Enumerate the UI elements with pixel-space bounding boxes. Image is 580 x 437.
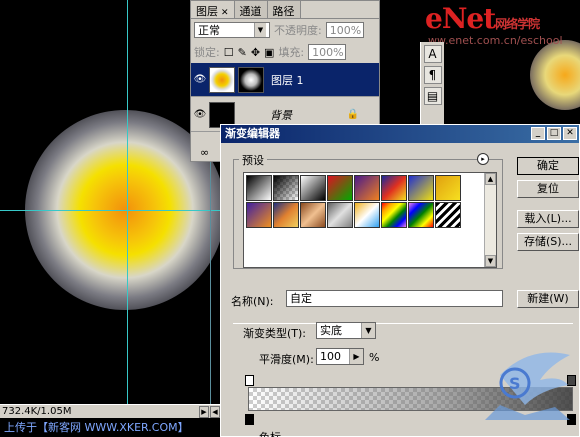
enet-url: ww.enet.com.cn/eschool <box>428 34 563 47</box>
smoothness-label: 平滑度(M): <box>259 353 314 366</box>
gradient-swatch[interactable] <box>435 175 461 201</box>
presets-menu-icon[interactable]: ▸ <box>477 153 489 165</box>
gradient-swatch[interactable] <box>273 202 299 228</box>
layer-row[interactable]: 👁 图层 1 <box>191 63 379 97</box>
layer-mask-thumbnail[interactable] <box>238 66 264 93</box>
opacity-stop-left[interactable] <box>245 375 254 386</box>
gradient-swatch[interactable] <box>408 175 434 201</box>
layer-thumbnail <box>209 66 235 93</box>
presets-swatch-grid: ▲ ▼ <box>243 172 497 268</box>
blend-mode-select[interactable]: 正常 ▼ <box>194 22 270 38</box>
gradient-swatch[interactable] <box>300 175 326 201</box>
gradient-swatch[interactable] <box>300 202 326 228</box>
gradient-swatch[interactable] <box>327 202 353 228</box>
opacity-input[interactable]: 100% <box>325 22 364 38</box>
presets-label: 预设 <box>239 152 267 168</box>
eye-icon[interactable]: 👁 <box>191 109 209 120</box>
gradient-type-label: 渐变类型(T): <box>241 325 309 341</box>
upload-caption: 上传于【新客网 WWW.XKER.COM】 <box>0 418 220 437</box>
scroll-up-icon[interactable]: ▲ <box>485 173 496 185</box>
opacity-label: 不透明度: <box>274 24 322 37</box>
enet-logo: eNet网络学院 <box>425 2 540 35</box>
gradient-swatch[interactable] <box>327 175 353 201</box>
name-input[interactable]: 自定 <box>286 290 503 307</box>
link-icon[interactable]: ∞ <box>200 146 209 159</box>
close-icon[interactable]: ✕ <box>563 127 577 140</box>
fill-label: 填充: <box>278 46 305 59</box>
lock-paint-icon[interactable]: ✎ <box>238 46 247 59</box>
smoothness-input[interactable]: 100 ▶ <box>316 348 364 365</box>
site-watermark-logo: S <box>485 352 570 420</box>
color-stop-left[interactable] <box>245 414 254 425</box>
ok-button[interactable]: 确定 <box>517 157 579 175</box>
gradient-swatch[interactable] <box>354 175 380 201</box>
status-arrow-icon[interactable]: ▶ <box>199 405 209 418</box>
vertical-guide[interactable] <box>127 0 128 410</box>
lock-icon: 🔒 <box>346 109 359 120</box>
close-icon[interactable]: ✕ <box>221 8 229 18</box>
gradient-swatch[interactable] <box>273 175 299 201</box>
divider <box>233 323 573 324</box>
save-button[interactable]: 存储(S)... <box>517 233 579 251</box>
lock-all-icon[interactable]: ▣ <box>264 46 274 59</box>
swatch-scrollbar[interactable]: ▲ ▼ <box>484 173 496 267</box>
panel-icon[interactable]: ▤ <box>423 87 442 105</box>
smoothness-unit: % <box>369 351 380 364</box>
gradient-swatch[interactable] <box>246 175 272 201</box>
gradient-swatch[interactable] <box>354 202 380 228</box>
chevron-down-icon: ▼ <box>361 323 375 338</box>
reset-button[interactable]: 复位 <box>517 180 579 198</box>
lock-transparency-icon[interactable]: ☐ <box>224 46 234 59</box>
new-button[interactable]: 新建(W) <box>517 290 579 308</box>
document-canvas[interactable]: eNet网络学院 ww.enet.com.cn/eschool A ¶ ▤ 图层… <box>0 0 580 437</box>
doc-size-readout: 732.4K/1.05M <box>2 406 72 417</box>
gradient-swatch[interactable] <box>435 202 461 228</box>
eye-icon[interactable]: 👁 <box>191 74 209 85</box>
scroll-left-icon[interactable]: ◀ <box>210 405 220 418</box>
gradient-swatch[interactable] <box>381 202 407 228</box>
layers-panel-tabs: 图层 ✕ 通道 路径 <box>191 1 379 19</box>
text-tool-icon[interactable]: A <box>423 45 442 63</box>
load-button[interactable]: 载入(L)... <box>517 210 579 228</box>
dialog-titlebar[interactable]: 渐变编辑器 _ □ ✕ <box>221 125 579 143</box>
layer-name: 图层 1 <box>271 73 304 87</box>
gradient-swatch[interactable] <box>246 202 272 228</box>
name-label: 名称(N): <box>231 295 274 308</box>
lock-move-icon[interactable]: ✥ <box>251 46 260 59</box>
fill-input[interactable]: 100% <box>308 44 347 60</box>
layer-name: 背景 <box>270 108 292 122</box>
gradient-swatch[interactable] <box>408 202 434 228</box>
dialog-title: 渐变编辑器 <box>225 127 280 140</box>
secondary-glow-artwork <box>530 40 580 110</box>
scroll-down-icon[interactable]: ▼ <box>485 255 496 267</box>
paragraph-icon[interactable]: ¶ <box>423 66 442 84</box>
status-bar: 732.4K/1.05M ▶ ◀ <box>0 404 220 418</box>
color-stops-label: 色标 <box>259 429 281 437</box>
chevron-right-icon[interactable]: ▶ <box>349 349 363 364</box>
horizontal-guide[interactable] <box>0 210 230 211</box>
maximize-icon[interactable]: □ <box>547 127 561 140</box>
gradient-swatch[interactable] <box>381 175 407 201</box>
minimize-icon[interactable]: _ <box>531 127 545 140</box>
chevron-down-icon: ▼ <box>254 23 266 37</box>
tab-channels[interactable]: 通道 <box>234 1 268 18</box>
gradient-type-select[interactable]: 实底 ▼ <box>316 322 376 339</box>
side-toolbar: A ¶ ▤ <box>420 42 444 132</box>
tab-layers[interactable]: 图层 ✕ <box>191 1 235 18</box>
tab-paths[interactable]: 路径 <box>267 1 301 18</box>
panel-footer: ∞ <box>197 141 212 163</box>
svg-text:S: S <box>509 374 521 393</box>
lock-label: 锁定: <box>194 46 220 59</box>
